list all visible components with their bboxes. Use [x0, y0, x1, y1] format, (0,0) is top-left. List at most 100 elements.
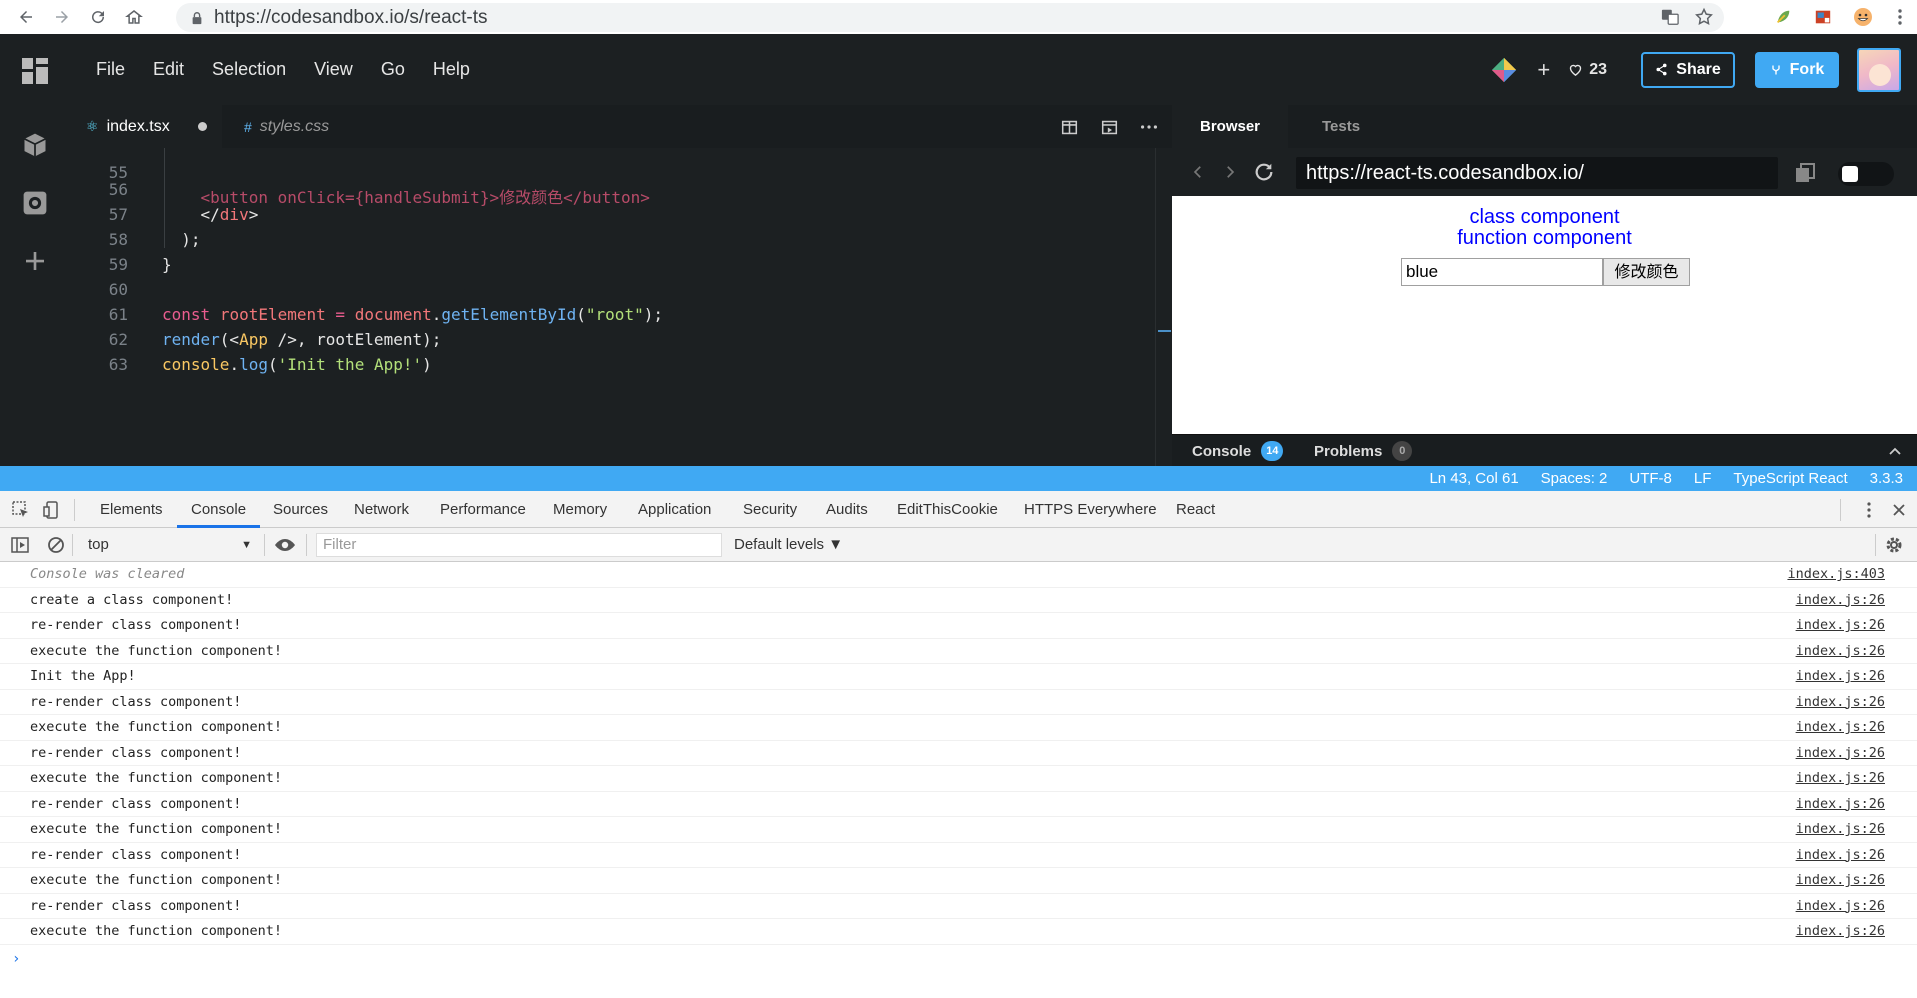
extension-cookie-icon[interactable] — [1803, 0, 1843, 34]
tab-browser[interactable]: Browser — [1172, 105, 1288, 148]
fork-button[interactable]: Fork — [1755, 51, 1839, 88]
preview-back-icon[interactable] — [1186, 160, 1210, 184]
menu-edit[interactable]: Edit — [139, 59, 198, 80]
reload-button[interactable] — [80, 0, 116, 34]
copy-icon[interactable] — [1793, 161, 1817, 185]
devtools-tab-react[interactable]: React — [1162, 491, 1229, 528]
console-filter-input[interactable]: Filter — [316, 533, 722, 557]
chevron-up-icon[interactable] — [1887, 443, 1903, 459]
preview-forward-icon[interactable] — [1218, 160, 1242, 184]
indent-spaces[interactable]: Spaces: 2 — [1541, 470, 1608, 487]
devtools-tab-sources[interactable]: Sources — [259, 491, 342, 528]
console-source-link[interactable]: index.js:26 — [1796, 868, 1885, 892]
device-toolbar-icon[interactable] — [42, 500, 62, 520]
console-source-link[interactable]: index.js:26 — [1796, 919, 1885, 943]
console-prompt[interactable]: › — [12, 951, 20, 967]
tab-styles-css[interactable]: # styles.css — [230, 105, 329, 148]
codesandbox-diamond-icon[interactable] — [1489, 55, 1519, 85]
devtools-tab-elements[interactable]: Elements — [86, 491, 177, 528]
console-source-link[interactable]: index.js:403 — [1787, 562, 1885, 586]
console-source-link[interactable]: index.js:26 — [1796, 843, 1885, 867]
chrome-menu-icon[interactable] — [1883, 0, 1917, 34]
settings-gear-icon[interactable] — [19, 187, 51, 219]
sandbox-cube-icon[interactable] — [19, 129, 51, 161]
devtools-menu-icon[interactable] — [1867, 502, 1871, 518]
menu-view[interactable]: View — [300, 59, 367, 80]
ts-version[interactable]: 3.3.3 — [1870, 470, 1903, 487]
devtools-tab-memory[interactable]: Memory — [539, 491, 621, 528]
close-devtools-icon[interactable] — [1891, 502, 1907, 518]
console-settings-gear-icon[interactable] — [1884, 535, 1904, 555]
preview-toggle[interactable] — [1838, 162, 1894, 186]
back-button[interactable] — [8, 0, 44, 34]
editor-tabbar: ⚛ index.tsx # styles.css — [70, 105, 1172, 148]
devtools-tab-performance[interactable]: Performance — [426, 491, 540, 528]
menu-selection[interactable]: Selection — [198, 59, 300, 80]
devtools-tab-editthiscookie[interactable]: EditThisCookie — [883, 491, 1012, 528]
color-input[interactable]: blue — [1401, 258, 1603, 286]
inspect-element-icon[interactable] — [11, 500, 31, 520]
menu-help[interactable]: Help — [419, 59, 484, 80]
devtools-tab-audits[interactable]: Audits — [812, 491, 882, 528]
more-actions-icon[interactable] — [1138, 116, 1160, 138]
console-source-link[interactable]: index.js:26 — [1796, 894, 1885, 918]
devtools-tab-network[interactable]: Network — [340, 491, 423, 528]
code-area[interactable]: 55 <button onClick={handleSubmit}>修改颜色</… — [70, 148, 1155, 466]
tab-problems[interactable]: Problems 0 — [1314, 435, 1413, 467]
tab-console[interactable]: Console 14 — [1192, 435, 1284, 467]
devtools-tab-security[interactable]: Security — [729, 491, 811, 528]
preview-window-icon[interactable] — [1098, 116, 1120, 138]
devtools-tab-https-everywhere[interactable]: HTTPS Everywhere — [1010, 491, 1171, 528]
address-bar[interactable]: https://codesandbox.io/s/react-ts — [176, 3, 1724, 32]
tab-tests[interactable]: Tests — [1312, 105, 1360, 148]
dashboard-grid-icon[interactable] — [22, 58, 48, 84]
console-sidebar-icon[interactable] — [10, 535, 30, 555]
console-source-link[interactable]: index.js:26 — [1796, 639, 1885, 663]
tab-index-tsx[interactable]: ⚛ index.tsx — [70, 105, 222, 148]
forward-button[interactable] — [44, 0, 80, 34]
console-source-link[interactable]: index.js:26 — [1796, 690, 1885, 714]
react-icon: ⚛ — [86, 118, 99, 134]
bookmark-star-icon[interactable] — [1694, 7, 1714, 27]
devtools-tabbar: Elements Console Sources Network Perform… — [0, 491, 1917, 528]
split-view-icon[interactable] — [1058, 116, 1080, 138]
like-button[interactable]: 23 — [1568, 61, 1607, 79]
console-source-link[interactable]: index.js:26 — [1796, 588, 1885, 612]
add-button[interactable]: + — [1537, 57, 1550, 83]
live-expression-eye-icon[interactable] — [274, 535, 296, 555]
menu-go[interactable]: Go — [367, 59, 419, 80]
console-source-link[interactable]: index.js:26 — [1796, 817, 1885, 841]
console-source-link[interactable]: index.js:26 — [1796, 664, 1885, 688]
code-editor: ⚛ index.tsx # styles.css 55 <button onCl… — [70, 105, 1172, 466]
code-line: 60 const rootElement = document.getEleme… — [108, 280, 663, 324]
menu-file[interactable]: File — [82, 59, 139, 80]
cursor-position[interactable]: Ln 43, Col 61 — [1429, 470, 1518, 487]
console-message-row: re-render class component! index.js:26 — [0, 741, 1917, 766]
console-source-link[interactable]: index.js:26 — [1796, 613, 1885, 637]
change-color-button[interactable]: 修改颜色 — [1603, 258, 1690, 286]
home-button[interactable] — [116, 0, 152, 34]
user-avatar[interactable] — [1857, 47, 1901, 92]
encoding[interactable]: UTF-8 — [1629, 470, 1672, 487]
preview-url-bar[interactable]: https://react-ts.codesandbox.io/ — [1296, 157, 1778, 189]
console-message-row: create a class component! index.js:26 — [0, 588, 1917, 613]
clear-console-icon[interactable] — [46, 535, 66, 555]
context-selector[interactable]: top ▼ — [82, 534, 256, 556]
console-source-link[interactable]: index.js:26 — [1796, 792, 1885, 816]
preview-reload-icon[interactable] — [1252, 160, 1276, 184]
add-plus-icon[interactable] — [19, 245, 51, 277]
extension-smiley-icon[interactable] — [1843, 0, 1883, 34]
translate-icon[interactable] — [1660, 7, 1680, 27]
language-mode[interactable]: TypeScript React — [1733, 470, 1847, 487]
console-source-link[interactable]: index.js:26 — [1796, 741, 1885, 765]
editor-scrollbar[interactable] — [1155, 148, 1172, 466]
devtools-tab-console[interactable]: Console — [177, 491, 261, 528]
devtools-tab-application[interactable]: Application — [624, 491, 725, 528]
share-button[interactable]: Share — [1641, 51, 1735, 88]
line-ending[interactable]: LF — [1694, 470, 1712, 487]
console-source-link[interactable]: index.js:26 — [1796, 715, 1885, 739]
lock-icon — [192, 11, 202, 24]
console-source-link[interactable]: index.js:26 — [1796, 766, 1885, 790]
extension-leaf-icon[interactable] — [1763, 0, 1803, 34]
log-levels-dropdown[interactable]: Default levels ▼ — [734, 528, 843, 562]
